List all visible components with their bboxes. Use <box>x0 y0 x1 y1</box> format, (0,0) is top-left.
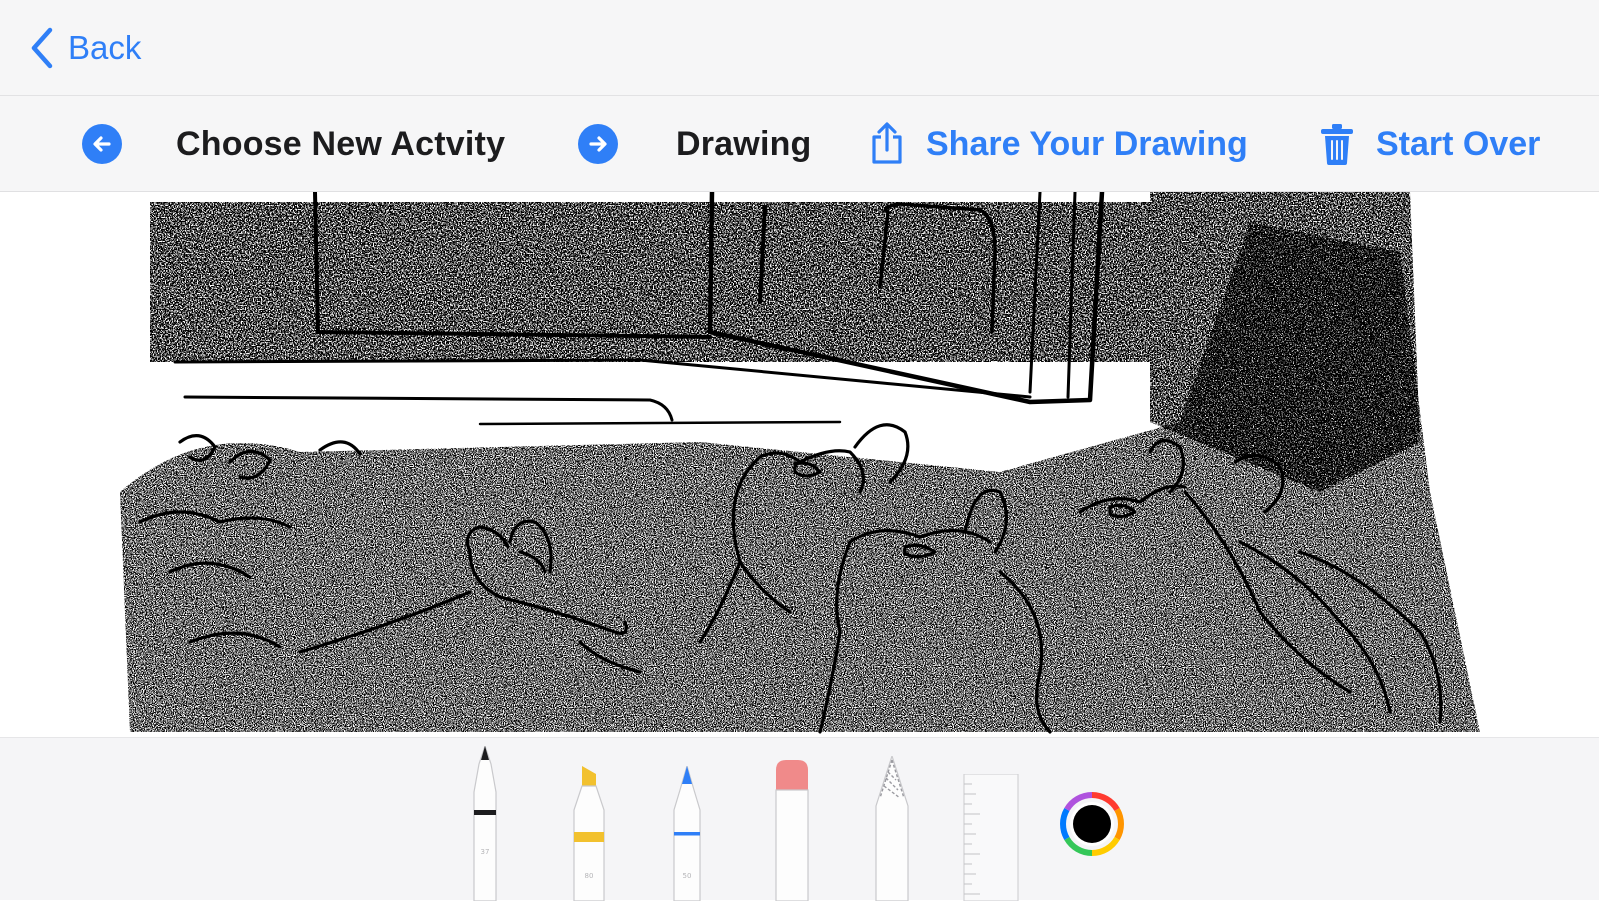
share-drawing-button[interactable]: Share Your Drawing <box>868 96 1248 192</box>
marker-tool[interactable]: 80 <box>570 766 610 906</box>
svg-text:80: 80 <box>585 872 594 880</box>
coloring-sketch <box>120 192 1480 734</box>
ruler-tool[interactable] <box>962 773 1020 906</box>
svg-text:50: 50 <box>683 872 692 880</box>
arrow-left-circle-icon <box>82 124 122 164</box>
tool-palette: 37 80 50 <box>0 737 1599 902</box>
previous-activity-button[interactable] <box>82 96 122 192</box>
next-activity-button[interactable] <box>578 96 618 192</box>
drawing-canvas[interactable] <box>0 192 1599 737</box>
current-activity-title: Drawing <box>676 124 812 163</box>
arrow-right-circle-icon <box>578 124 618 164</box>
svg-text:37: 37 <box>481 848 490 856</box>
start-over-label: Start Over <box>1376 124 1541 163</box>
pencil-icon: 50 <box>673 763 701 902</box>
activity-toolbar: Choose New Actvity Drawing Share Your Dr… <box>0 96 1599 192</box>
share-icon <box>872 122 902 164</box>
lasso-tool[interactable] <box>872 754 912 906</box>
back-label: Back <box>68 29 142 66</box>
pencil-tool[interactable]: 50 <box>668 763 706 906</box>
eraser-tool[interactable] <box>772 760 812 906</box>
share-drawing-label: Share Your Drawing <box>926 124 1248 163</box>
back-button[interactable]: Back <box>30 26 141 70</box>
pen-icon: 37 <box>473 744 497 902</box>
color-wheel-icon <box>1060 792 1124 856</box>
ruler-icon <box>963 773 1019 902</box>
color-picker-button[interactable] <box>1060 792 1124 861</box>
marker-icon: 80 <box>573 766 605 902</box>
chevron-left-icon <box>31 27 53 69</box>
pen-tool[interactable]: 37 <box>468 744 502 906</box>
start-over-button[interactable]: Start Over <box>1318 96 1540 192</box>
eraser-icon <box>775 760 809 902</box>
navigation-bar: Back <box>0 0 1599 96</box>
choose-new-activity-label[interactable]: Choose New Actvity <box>176 96 505 192</box>
trash-icon <box>1321 124 1353 165</box>
lasso-icon <box>875 754 909 902</box>
